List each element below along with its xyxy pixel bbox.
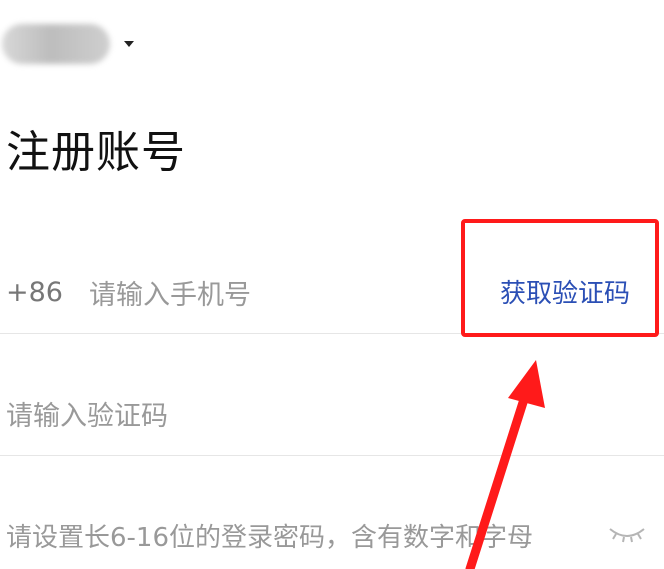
get-code-button[interactable]: 获取验证码 <box>500 273 630 310</box>
divider <box>0 455 664 456</box>
password-input[interactable]: 请设置长6-16位的登录密码，含有数字和字母 <box>6 517 533 554</box>
page-title: 注册账号 <box>6 127 186 178</box>
password-row: 请设置长6-16位的登录密码，含有数字和字母 <box>0 505 664 565</box>
blurred-region-label <box>2 24 110 64</box>
divider <box>0 333 664 334</box>
phone-input[interactable]: 请输入手机号 <box>89 273 251 312</box>
verification-code-input[interactable]: 请输入验证码 <box>6 394 168 433</box>
eye-closed-icon[interactable] <box>604 519 650 549</box>
caret-down-icon <box>124 41 134 47</box>
region-selector[interactable] <box>0 22 134 66</box>
country-code[interactable]: +86 <box>6 277 63 308</box>
code-row: 请输入验证码 <box>0 383 664 443</box>
